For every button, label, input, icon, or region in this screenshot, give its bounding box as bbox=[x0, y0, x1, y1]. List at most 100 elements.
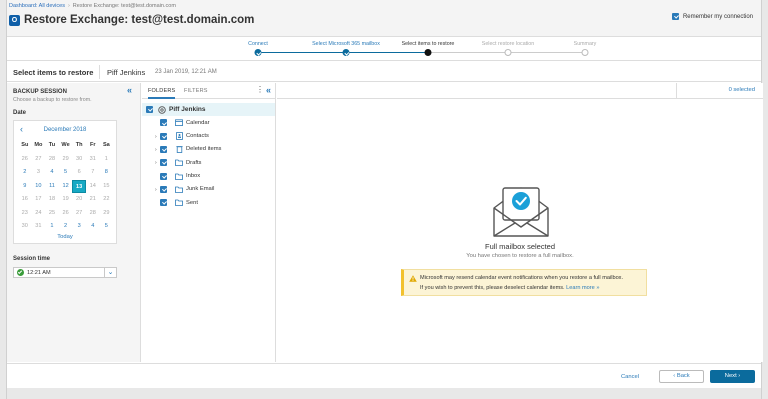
breadcrumb-link-dashboard[interactable]: Dashboard: All devices bbox=[9, 3, 65, 9]
learn-more-link[interactable]: Learn more » bbox=[566, 285, 599, 291]
empty-state-subtitle: You have chosen to restore a full mailbo… bbox=[466, 253, 574, 259]
folder-icon bbox=[175, 186, 183, 193]
weekday-header: Fr bbox=[89, 142, 96, 148]
calendar-day[interactable]: 3 bbox=[72, 220, 86, 234]
folder-label: Junk Email bbox=[186, 186, 215, 193]
calendar-day: 26 bbox=[62, 209, 69, 216]
collapse-folders-icon[interactable]: « bbox=[266, 86, 271, 95]
wizard-stepper: Connect Select Microsoft 365 mailbox Sel… bbox=[7, 37, 761, 61]
warning-icon bbox=[409, 275, 417, 282]
calendar-day[interactable]: 8 bbox=[100, 166, 114, 180]
calendar-day: 1 bbox=[104, 155, 108, 162]
warning-text-line1: Microsoft may resend calendar event noti… bbox=[420, 275, 624, 281]
weekday-header: We bbox=[61, 142, 70, 148]
folder-tree-item[interactable]: › Contacts bbox=[142, 130, 275, 143]
step-connector bbox=[508, 52, 585, 53]
calendar-day: 18 bbox=[48, 196, 56, 202]
folder-icon bbox=[175, 159, 183, 167]
calendar-day: 31 bbox=[89, 155, 96, 162]
calendar-month[interactable]: December 2018 bbox=[14, 127, 116, 133]
expand-chevron-icon[interactable]: › bbox=[155, 160, 157, 166]
calendar-day[interactable]: 9 bbox=[18, 180, 32, 194]
session-time-select[interactable]: 12:21 AM ⌄ bbox=[13, 267, 117, 278]
calendar-day[interactable]: 2 bbox=[59, 220, 73, 234]
tab-folders[interactable]: FOLDERS bbox=[148, 88, 176, 99]
trash-icon bbox=[175, 146, 183, 154]
calendar-day: 31 bbox=[35, 223, 42, 229]
calendar-day: 14 bbox=[89, 182, 96, 189]
backup-date: 23 Jan 2019, 12:21 AM bbox=[155, 69, 217, 75]
folder-label: Drafts bbox=[186, 159, 202, 166]
calendar-day[interactable]: 10 bbox=[32, 180, 46, 194]
calendar-day[interactable]: 5 bbox=[59, 166, 73, 180]
folder-checkbox[interactable] bbox=[160, 145, 167, 153]
folder-checkbox[interactable] bbox=[160, 172, 167, 180]
expand-chevron-icon[interactable]: › bbox=[155, 187, 157, 193]
folder-checkbox[interactable] bbox=[160, 132, 167, 140]
folder-checkbox[interactable] bbox=[146, 106, 153, 113]
success-check-icon bbox=[17, 269, 24, 276]
today-link[interactable]: Today bbox=[14, 234, 116, 240]
calendar-day[interactable]: 4 bbox=[86, 220, 100, 234]
calendar-day[interactable]: 11 bbox=[45, 180, 59, 194]
collapse-left-icon[interactable]: « bbox=[127, 86, 132, 95]
folder-checkbox[interactable] bbox=[160, 119, 167, 127]
folder-checkbox[interactable] bbox=[160, 185, 167, 193]
calendar-day[interactable]: 5 bbox=[100, 220, 114, 234]
more-options-icon[interactable]: ⋮ bbox=[256, 85, 264, 94]
folder-tree-item[interactable]: Sent bbox=[142, 196, 275, 209]
calendar-day: 30 bbox=[76, 155, 83, 162]
cancel-button[interactable]: Cancel bbox=[621, 374, 639, 380]
wizard-footer: Cancel ‹ Back Next › bbox=[7, 363, 761, 388]
breadcrumb-current: Restore Exchange: test@test.domain.com bbox=[72, 3, 176, 9]
page-title: Restore Exchange: test@test.domain.com bbox=[24, 14, 255, 26]
folder-icon bbox=[175, 173, 183, 180]
back-button[interactable]: ‹ Back bbox=[659, 370, 704, 383]
folder-label: Sent bbox=[186, 199, 198, 206]
section-title: Select items to restore bbox=[13, 68, 94, 77]
calendar-day: 19 bbox=[62, 196, 69, 202]
date-picker: ‹ December 2018 Su Mo Tu We Th Fr Sa 26 27 28 29 30… bbox=[13, 120, 117, 244]
expand-chevron-icon[interactable]: › bbox=[155, 147, 157, 153]
calendar-day: 29 bbox=[103, 209, 110, 216]
remember-connection[interactable]: Remember my connection bbox=[671, 13, 753, 20]
step-label-select-mailbox: Select Microsoft 365 mailbox bbox=[312, 41, 380, 47]
calendar-day[interactable]: 12 bbox=[59, 180, 73, 194]
next-button[interactable]: Next › bbox=[710, 370, 755, 383]
restore-items-panel: 0 selected Full mailbox selected You hav… bbox=[277, 83, 763, 362]
top-bar: Dashboard: All devices › Restore Exchange:… bbox=[7, 0, 761, 37]
backup-session-subtitle: Choose a backup to restore from. bbox=[13, 97, 92, 103]
mailbox-envelope-icon bbox=[493, 187, 549, 237]
weekday-header: Th bbox=[75, 142, 83, 148]
backup-session-panel: BACKUP SESSION Choose a backup to restor… bbox=[7, 83, 141, 362]
calendar-day[interactable]: 2 bbox=[18, 166, 32, 180]
expand-chevron-icon[interactable]: › bbox=[155, 134, 157, 140]
folder-tree-item[interactable]: › Junk Email bbox=[142, 183, 275, 196]
chevron-down-icon[interactable]: ⌄ bbox=[104, 268, 116, 277]
folder-tree-item[interactable]: › Deleted items bbox=[142, 143, 275, 156]
folder-label: Contacts bbox=[186, 133, 209, 140]
weekday-header: Su bbox=[21, 142, 29, 148]
folder-tree-item[interactable]: Calendar bbox=[142, 116, 275, 129]
calendar-day: 24 bbox=[35, 209, 42, 216]
step-label-restore-location: Select restore location bbox=[481, 41, 535, 47]
step-label-select-items: Select items to restore bbox=[401, 41, 455, 47]
calendar-day: 20 bbox=[76, 196, 83, 202]
tab-filters[interactable]: FILTERS bbox=[184, 88, 208, 94]
remember-checkbox[interactable] bbox=[671, 13, 679, 20]
folder-checkbox[interactable] bbox=[160, 159, 167, 167]
calendar-day[interactable]: 4 bbox=[45, 166, 59, 180]
calendar-day: 28 bbox=[89, 209, 96, 216]
selected-count: 0 selected bbox=[728, 87, 755, 93]
calendar-day[interactable]: 1 bbox=[45, 220, 59, 234]
calendar-day-selected[interactable]: 13 bbox=[72, 179, 86, 193]
folder-tree-item[interactable]: › Drafts bbox=[142, 156, 275, 169]
weekday-header: Tu bbox=[48, 142, 56, 148]
folder-tree-item[interactable]: Inbox bbox=[142, 170, 275, 183]
calendar-day: 22 bbox=[103, 196, 110, 202]
step-label-connect: Connect bbox=[248, 41, 268, 47]
folder-checkbox[interactable] bbox=[160, 199, 167, 207]
folder-tree-root[interactable]: Piff Jenkins bbox=[142, 103, 275, 116]
calendar-day: 16 bbox=[21, 196, 28, 202]
session-time-label: Session time bbox=[13, 256, 51, 262]
